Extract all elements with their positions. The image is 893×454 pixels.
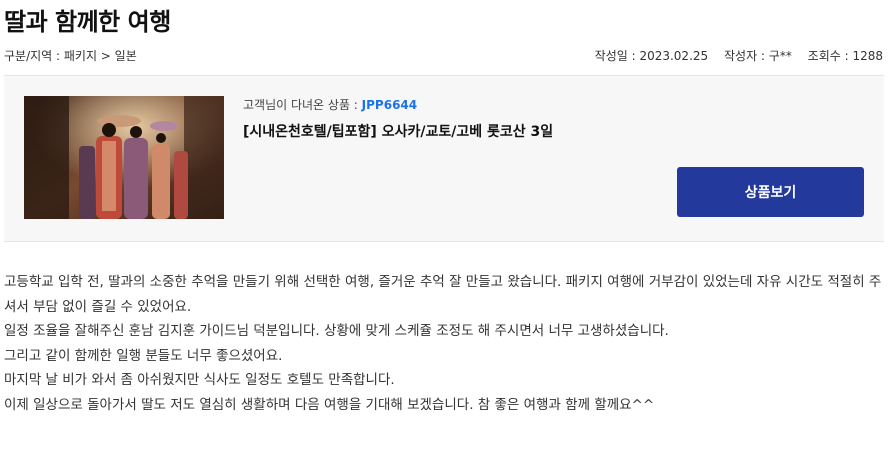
product-code[interactable]: JPP6644 xyxy=(362,98,417,112)
review-content: 고등학교 입학 전, 딸과의 소중한 추억을 만들기 위해 선택한 여행, 즐거… xyxy=(4,270,884,417)
product-code-prefix: 고객님이 다녀온 상품 : xyxy=(243,98,362,112)
product-thumbnail[interactable] xyxy=(24,96,224,219)
kimono-street-photo xyxy=(24,96,224,219)
product-name[interactable]: [시내온천호텔/팁포함] 오사카/교토/고베 롯코산 3일 xyxy=(243,121,553,141)
review-paragraph: 일정 조율을 잘해주신 훈남 김지훈 가이드님 덕분입니다. 상황에 맞게 스케… xyxy=(4,323,669,339)
post-views: 조회수 : 1288 xyxy=(807,49,883,63)
page-title: 딸과 함께한 여행 xyxy=(4,8,171,36)
review-paragraph: 그리고 같이 함께한 일행 분들도 너무 좋으셨어요. xyxy=(4,347,283,364)
review-page: 딸과 함께한 여행 구분/지역 : 패키지 > 일본 작성일 : 2023.02… xyxy=(0,0,893,454)
review-paragraph: 이제 일상으로 돌아가서 딸도 저도 열심히 생활하며 다음 여행을 기대해 보… xyxy=(4,396,655,413)
review-paragraph: 고등학교 입학 전, 딸과의 소중한 추억을 만들기 위해 선택한 여행, 즐거… xyxy=(4,274,882,315)
review-paragraph: 마지막 날 비가 와서 좀 아쉬웠지만 식사도 일정도 호텔도 만족합니다. xyxy=(4,372,395,388)
category-breadcrumb: 구분/지역 : 패키지 > 일본 xyxy=(4,49,137,63)
post-author: 작성자 : 구** xyxy=(723,49,792,63)
post-date: 작성일 : 2023.02.25 xyxy=(594,49,709,63)
product-code-line: 고객님이 다녀온 상품 : JPP6644 xyxy=(243,96,553,113)
post-meta: 구분/지역 : 패키지 > 일본 작성일 : 2023.02.25 작성자 : … xyxy=(4,47,883,65)
product-card: 고객님이 다녀온 상품 : JPP6644 [시내온천호텔/팁포함] 오사카/교… xyxy=(4,75,884,242)
product-info: 고객님이 다녀온 상품 : JPP6644 [시내온천호텔/팁포함] 오사카/교… xyxy=(243,96,553,141)
post-info: 작성일 : 2023.02.25 작성자 : 구** 조회수 : 1288 xyxy=(583,47,883,64)
view-product-button[interactable]: 상품보기 xyxy=(677,167,864,217)
